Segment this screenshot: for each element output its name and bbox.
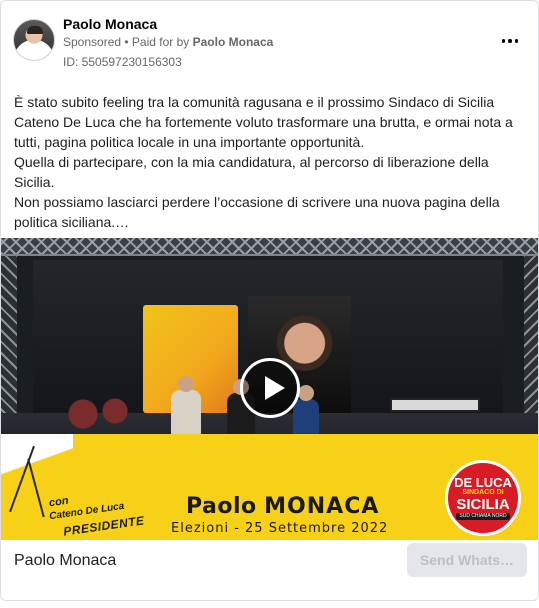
person-head (178, 376, 194, 392)
more-horizontal-icon (501, 39, 506, 43)
paid-for-name: Paolo Monaca (192, 35, 274, 49)
stage-truss-top (1, 238, 538, 256)
person-head (298, 385, 314, 401)
logo-line-4: SUD CHIAMA NORD (456, 513, 510, 520)
banner-election-date: Elezioni - 25 Settembre 2022 (171, 521, 389, 536)
play-icon[interactable] (240, 358, 300, 418)
avatar[interactable] (13, 19, 55, 61)
more-horizontal-icon-dot (508, 39, 512, 43)
advertiser-name[interactable]: Paolo Monaca (63, 16, 157, 32)
logo-line-3: SICILIA (456, 496, 510, 513)
keyboard-instrument (390, 398, 480, 412)
ad-header: Paolo Monaca Sponsored • Paid for by Pao… (1, 1, 538, 81)
footer-page-name[interactable]: Paolo Monaca (14, 552, 116, 570)
sponsored-label: Sponsored (63, 35, 122, 49)
avatar-hair (27, 26, 43, 34)
ad-body-paragraph: È stato subito feeling tra la comunità r… (14, 94, 513, 150)
ad-footer: Paolo Monaca Send Whats… (1, 540, 538, 582)
logo-line-1: DE LUCA (454, 475, 512, 490)
ad-video[interactable]: con Cateno De Luca PRESIDENTE Paolo MONA… (1, 238, 538, 540)
drum-kit (59, 378, 139, 438)
send-whatsapp-button[interactable]: Send Whats… (407, 543, 527, 577)
ad-id: ID: 550597230156303 (63, 55, 182, 69)
paid-for-prefix: • Paid for by (121, 35, 193, 49)
sketch-line (9, 445, 35, 513)
ad-body-text: È stato subito feeling tra la comunità r… (14, 92, 524, 232)
sponsored-line: Sponsored • Paid for by Paolo Monaca (63, 35, 273, 49)
ad-body-paragraph: Non possiamo lasciarci perdere l’occasio… (14, 194, 500, 230)
candidate-last-name: MONACA (264, 494, 380, 519)
ad-card: Paolo Monaca Sponsored • Paid for by Pao… (0, 0, 539, 601)
party-logo: DE LUCA SINDACO DI SICILIA SUD CHIAMA NO… (445, 460, 521, 536)
candidate-first-name: Paolo (186, 494, 257, 519)
ad-body-paragraph: Quella di partecipare, con la mia candid… (14, 154, 489, 190)
sketch-line (27, 458, 45, 518)
more-horizontal-icon-dot (514, 39, 519, 43)
more-options-button[interactable] (498, 29, 522, 53)
banner-candidate-name: Paolo MONACA (186, 494, 379, 519)
